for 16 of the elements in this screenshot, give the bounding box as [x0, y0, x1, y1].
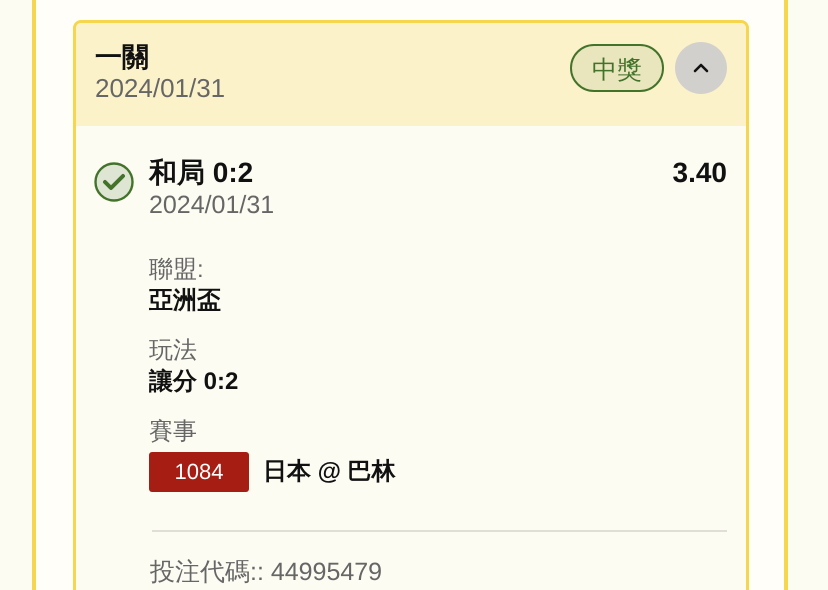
- event-code-badge: 1084: [149, 452, 249, 492]
- bet-type-title: 一關: [95, 40, 150, 72]
- field-value: 亞洲盃: [149, 286, 222, 316]
- field-value: 讓分 0:2: [149, 367, 240, 397]
- bet-date: 2024/01/31: [95, 72, 226, 102]
- field-label: 玩法: [149, 336, 198, 366]
- field-label: 聯盟:: [149, 255, 205, 285]
- collapse-button[interactable]: [675, 42, 727, 94]
- selection-date: 2024/01/31: [149, 190, 276, 220]
- status-badge: 中獎: [570, 44, 664, 92]
- odds-value: 3.40: [672, 156, 727, 190]
- event-teams: 日本 @ 巴林: [263, 457, 396, 487]
- bet-code: 投注代碼:: 44995479: [150, 557, 384, 588]
- chevron-icon: [692, 62, 710, 74]
- selection-name: 和局 0:2: [149, 156, 254, 190]
- field-label: 賽事: [149, 417, 198, 447]
